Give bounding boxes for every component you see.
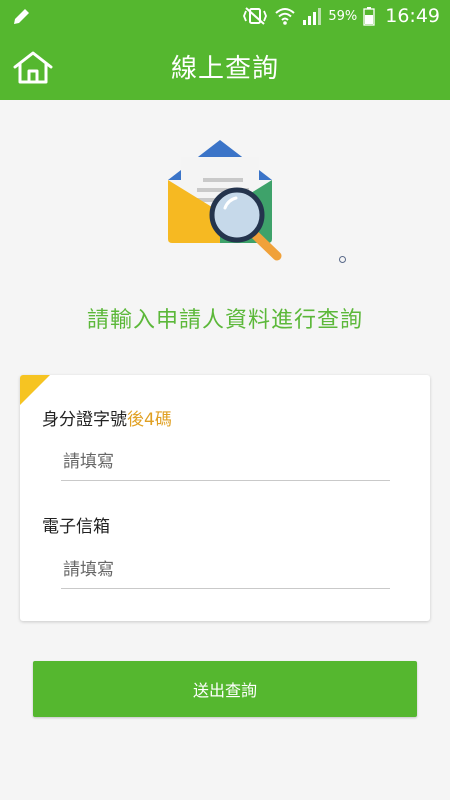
id-label-last4: 後4碼 xyxy=(127,410,172,430)
envelope-search-icon xyxy=(168,140,282,261)
status-bar: 59% 16:49 xyxy=(0,0,450,32)
wifi-icon xyxy=(275,8,295,25)
page-indicator-dot xyxy=(339,256,346,263)
submit-query-button[interactable]: 送出查詢 xyxy=(33,661,417,717)
vibrate-icon xyxy=(243,7,268,25)
page-title: 線上查詢 xyxy=(170,54,279,84)
email-input[interactable] xyxy=(61,552,390,589)
clock: 16:49 xyxy=(385,5,440,27)
id-number-label: 身分證字號後4碼 xyxy=(42,405,172,430)
battery-icon xyxy=(363,7,375,26)
battery-percent: 59% xyxy=(328,8,358,24)
email-label: 電子信箱 xyxy=(42,517,110,537)
pencil-icon xyxy=(14,9,29,24)
corner-ribbon xyxy=(20,375,50,405)
app-bar: 線上查詢 xyxy=(0,32,450,100)
signal-icon xyxy=(303,8,322,25)
instruction-text: 請輸入申請人資料進行查詢 xyxy=(86,308,363,333)
id-number-input[interactable] xyxy=(61,444,390,481)
query-form-card: 身分證字號後4碼 電子信箱 xyxy=(20,375,430,621)
id-label-main: 身分證字號 xyxy=(42,410,127,430)
